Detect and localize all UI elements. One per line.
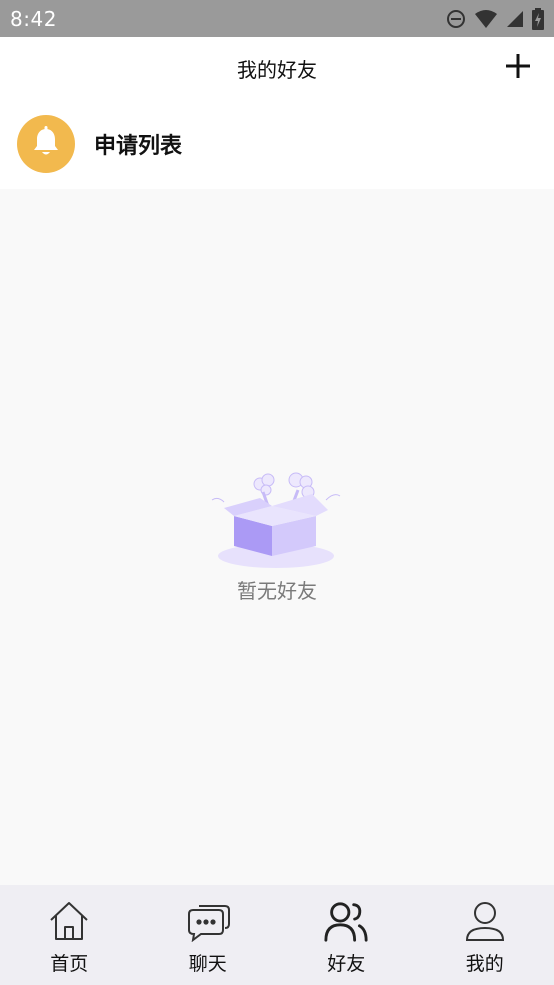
user-icon: [462, 899, 508, 943]
nav-item-me[interactable]: 我的: [416, 885, 554, 985]
nav-item-chat[interactable]: 聊天: [139, 885, 278, 985]
nav-label-me: 我的: [465, 953, 504, 975]
status-icons: [446, 7, 544, 30]
plus-icon: [505, 53, 531, 83]
status-bar: 8:42: [0, 0, 554, 37]
status-time: 8:42: [10, 6, 57, 31]
apply-list-label: 申请列表: [94, 134, 183, 159]
nav-item-home[interactable]: 首页: [0, 885, 139, 985]
apply-list-item[interactable]: 申请列表: [0, 99, 554, 189]
friends-list-area: 暂无好友: [0, 189, 554, 885]
add-friend-button[interactable]: [502, 52, 534, 84]
page-header: 我的好友: [0, 37, 554, 99]
empty-box-illustration: [208, 470, 348, 570]
friends-icon: [323, 899, 369, 943]
bottom-nav: 首页 聊天 好友 我的: [0, 885, 554, 985]
home-icon: [46, 899, 92, 943]
nav-label-home: 首页: [50, 953, 89, 975]
bell-avatar: [17, 115, 75, 173]
chat-icon: [185, 899, 231, 943]
nav-label-chat: 聊天: [188, 953, 227, 975]
do-not-disturb-icon: [446, 9, 466, 29]
bell-icon: [31, 126, 61, 162]
page-title: 我的好友: [237, 57, 317, 82]
battery-icon: [532, 7, 544, 30]
signal-icon: [506, 10, 524, 28]
empty-state-text: 暂无好友: [237, 579, 317, 603]
nav-label-friends: 好友: [327, 953, 366, 975]
wifi-icon: [474, 9, 498, 29]
nav-item-friends[interactable]: 好友: [277, 885, 416, 985]
